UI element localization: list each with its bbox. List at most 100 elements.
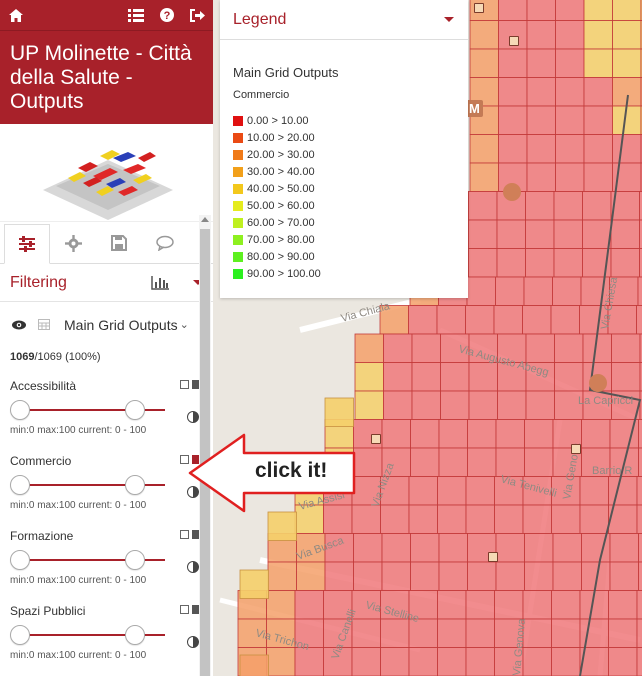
filter-checkbox[interactable] — [180, 605, 189, 614]
tab-save[interactable] — [96, 223, 142, 263]
grid-cell[interactable] — [410, 419, 440, 449]
grid-cell[interactable] — [583, 20, 613, 50]
table-icon[interactable] — [38, 319, 50, 330]
grid-cell[interactable] — [381, 561, 411, 591]
grid-cell[interactable] — [498, 134, 528, 164]
grid-cell[interactable] — [522, 305, 552, 335]
grid-cell[interactable] — [296, 561, 326, 591]
grid-cell[interactable] — [583, 105, 613, 135]
grid-cell[interactable] — [324, 561, 354, 591]
grid-cell[interactable] — [239, 569, 269, 599]
grid-cell[interactable] — [438, 561, 468, 591]
metro-station-marker[interactable]: M — [466, 100, 483, 117]
contrast-icon[interactable] — [187, 561, 199, 573]
grid-cell[interactable] — [468, 248, 498, 278]
grid-cell[interactable] — [555, 162, 585, 192]
slider-max-handle[interactable] — [125, 475, 145, 495]
grid-cell[interactable] — [494, 590, 524, 620]
grid-cell[interactable] — [525, 333, 555, 363]
grid-cell[interactable] — [550, 305, 580, 335]
grid-cell[interactable] — [495, 447, 525, 477]
grid-cell[interactable] — [636, 476, 642, 506]
grid-cell[interactable] — [495, 276, 525, 306]
grid-cell[interactable] — [465, 618, 495, 648]
grid-cell[interactable] — [636, 647, 642, 676]
grid-cell[interactable] — [522, 590, 552, 620]
grid-cell[interactable] — [526, 48, 556, 78]
grid-cell[interactable] — [608, 618, 638, 648]
grid-cell[interactable] — [579, 504, 609, 534]
grid-cell[interactable] — [637, 276, 642, 306]
slider-min-handle[interactable] — [10, 475, 30, 495]
grid-cell[interactable] — [583, 0, 613, 21]
range-slider[interactable] — [10, 548, 175, 572]
slider-max-handle[interactable] — [125, 400, 145, 420]
grid-cell[interactable] — [612, 0, 642, 21]
layer-selector[interactable]: Main Grid Outputs ⌄ — [0, 302, 213, 347]
grid-cell[interactable] — [636, 618, 642, 648]
grid-cell[interactable] — [465, 647, 495, 676]
grid-cell[interactable] — [440, 390, 470, 420]
grid-cell[interactable] — [468, 191, 498, 221]
grid-cell[interactable] — [498, 105, 528, 135]
range-slider[interactable] — [10, 473, 175, 497]
bar-chart-icon[interactable] — [151, 275, 169, 290]
grid-cell[interactable] — [497, 390, 527, 420]
grid-cell[interactable] — [437, 504, 467, 534]
grid-cell[interactable] — [638, 533, 642, 563]
grid-cell[interactable] — [351, 647, 381, 676]
grid-cell[interactable] — [583, 48, 613, 78]
sign-out-icon[interactable] — [190, 8, 205, 22]
tab-filtering[interactable] — [4, 224, 50, 264]
slider-min-handle[interactable] — [10, 400, 30, 420]
slider-max-handle[interactable] — [125, 625, 145, 645]
grid-cell[interactable] — [410, 533, 440, 563]
home-icon[interactable] — [9, 8, 23, 22]
grid-cell[interactable] — [383, 390, 413, 420]
grid-cell[interactable] — [526, 77, 556, 107]
grid-cell[interactable] — [495, 419, 525, 449]
contrast-icon[interactable] — [187, 636, 199, 648]
chevron-down-icon[interactable] — [444, 17, 454, 22]
grid-cell[interactable] — [581, 419, 611, 449]
grid-cell[interactable] — [608, 476, 638, 506]
grid-cell[interactable] — [466, 276, 496, 306]
grid-cell[interactable] — [353, 533, 383, 563]
grid-cell[interactable] — [469, 20, 499, 50]
grid-cell[interactable] — [410, 447, 440, 477]
grid-cell[interactable] — [324, 397, 354, 427]
grid-cell[interactable] — [496, 219, 526, 249]
grid-cell[interactable] — [408, 647, 438, 676]
grid-cell[interactable] — [526, 20, 556, 50]
grid-cell[interactable] — [437, 618, 467, 648]
grid-cell[interactable] — [267, 561, 297, 591]
grid-cell[interactable] — [383, 333, 413, 363]
grid-cell[interactable] — [609, 533, 639, 563]
grid-cell[interactable] — [411, 390, 441, 420]
grid-cell[interactable] — [381, 533, 411, 563]
grid-cell[interactable] — [467, 419, 497, 449]
grid-cell[interactable] — [552, 561, 582, 591]
grid-cell[interactable] — [555, 20, 585, 50]
grid-cell[interactable] — [608, 647, 638, 676]
grid-cell[interactable] — [239, 654, 269, 676]
legend-header[interactable]: Legend — [220, 0, 468, 40]
grid-cell[interactable] — [553, 248, 583, 278]
grid-cell[interactable] — [465, 590, 495, 620]
grid-cell[interactable] — [380, 618, 410, 648]
grid-cell[interactable] — [636, 305, 642, 335]
grid-cell[interactable] — [608, 590, 638, 620]
grid-cell[interactable] — [638, 447, 642, 477]
grid-cell[interactable] — [552, 276, 582, 306]
grid-cell[interactable] — [380, 504, 410, 534]
grid-cell[interactable] — [555, 77, 585, 107]
grid-cell[interactable] — [354, 333, 384, 363]
grid-cell[interactable] — [524, 419, 554, 449]
grid-cell[interactable] — [436, 305, 466, 335]
grid-cell[interactable] — [526, 134, 556, 164]
grid-cell[interactable] — [437, 590, 467, 620]
grid-cell[interactable] — [353, 561, 383, 591]
grid-cell[interactable] — [495, 561, 525, 591]
grid-cell[interactable] — [552, 533, 582, 563]
grid-cell[interactable] — [526, 162, 556, 192]
